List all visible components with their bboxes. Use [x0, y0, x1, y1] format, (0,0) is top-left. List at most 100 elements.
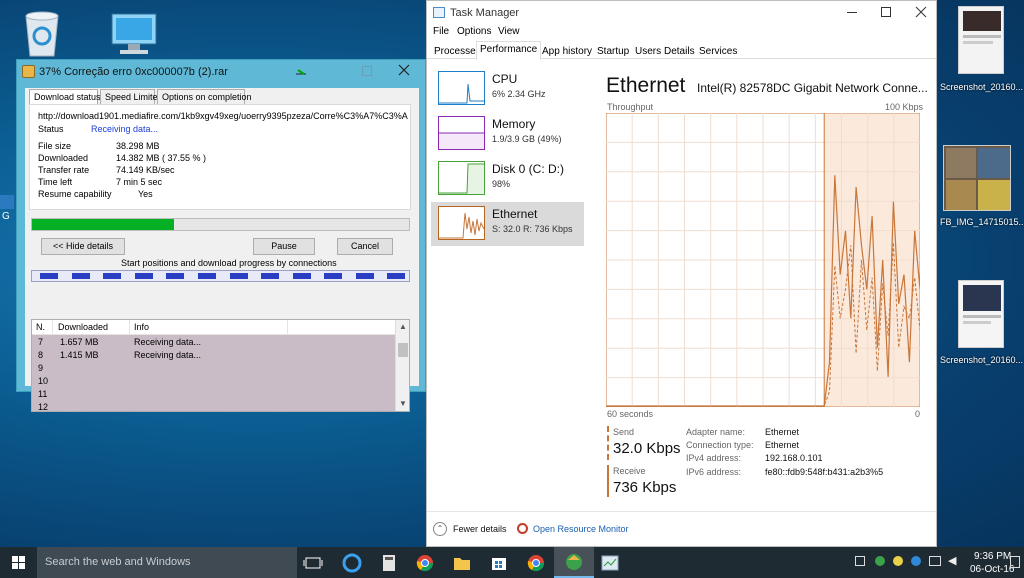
- menu-options[interactable]: Options: [457, 26, 491, 37]
- resume-capability-value: Yes: [138, 189, 153, 199]
- task-manager-window[interactable]: Task Manager File Options View Processes…: [426, 0, 937, 547]
- screenshot-thumbnail-2[interactable]: [958, 280, 1004, 348]
- fewer-details-label: Fewer details: [453, 524, 507, 534]
- thumbnail-label-2: FB_IMG_14715015...: [940, 217, 1024, 227]
- download-window[interactable]: 37% Correção erro 0xc000007b (2).rar Dow…: [16, 59, 426, 412]
- disk-mini-graph: [438, 161, 485, 195]
- resource-monitor-icon: [517, 523, 528, 534]
- list-item[interactable]: 10: [32, 375, 395, 388]
- connection-segment: [387, 273, 406, 279]
- tab-options-on-completion[interactable]: Options on completion: [157, 89, 252, 105]
- file-explorer-icon[interactable]: [450, 552, 474, 574]
- task-manager-titlebar[interactable]: Task Manager: [427, 1, 936, 25]
- search-box[interactable]: Search the web and Windows: [37, 547, 297, 578]
- minimize-icon[interactable]: [295, 66, 307, 78]
- menu-file[interactable]: File: [433, 26, 449, 37]
- recycle-bin-icon[interactable]: [14, 6, 70, 58]
- status-label: Status: [38, 124, 64, 134]
- list-scrollbar[interactable]: ▲ ▼: [395, 320, 409, 411]
- thumbnail-label-1: Screenshot_20160...: [940, 82, 1024, 92]
- tray-icon-2[interactable]: [875, 556, 885, 566]
- edge-icon[interactable]: [340, 552, 364, 574]
- ipv6-value: fe80::fdb9:548f:b431:a2b3%5: [765, 467, 884, 477]
- clock-time[interactable]: 9:36 PM: [974, 551, 1011, 562]
- list-item[interactable]: 11: [32, 388, 395, 401]
- notifications-icon[interactable]: [1010, 556, 1020, 568]
- tab-app-history[interactable]: App history: [538, 43, 596, 59]
- tab-services[interactable]: Services: [695, 43, 741, 59]
- tab-startup[interactable]: Startup: [593, 43, 633, 59]
- throughput-label: Throughput: [607, 102, 654, 112]
- ethernet-label: Ethernet: [492, 207, 538, 221]
- scroll-up-icon[interactable]: ▲: [399, 322, 407, 331]
- menu-view[interactable]: View: [498, 26, 520, 37]
- list-item[interactable]: 7 1.657 MB Receiving data...: [32, 336, 395, 349]
- tab-performance[interactable]: Performance: [476, 41, 542, 60]
- col-number[interactable]: N.: [36, 322, 45, 332]
- connection-segment: [229, 273, 248, 279]
- sidebar-item-memory[interactable]: Memory 1.9/3.9 GB (49%): [431, 112, 584, 156]
- open-resource-monitor-label: Open Resource Monitor: [533, 524, 629, 534]
- screenshot-thumbnail-1[interactable]: [958, 6, 1004, 74]
- ipv6-label: IPv6 address:: [686, 467, 742, 477]
- sidebar-item-cpu[interactable]: CPU 6% 2.34 GHz: [431, 67, 584, 111]
- search-input[interactable]: Search the web and Windows: [45, 556, 191, 568]
- task-manager-title: Task Manager: [450, 7, 520, 19]
- receive-label: Receive: [613, 466, 646, 476]
- col-info[interactable]: Info: [134, 322, 149, 332]
- taskbar: Search the web and Windows ◀ 9:36 PM 06-…: [0, 547, 1024, 578]
- fb-image-thumbnail[interactable]: [943, 145, 1011, 211]
- tray-icon-1[interactable]: [855, 556, 865, 566]
- list-item[interactable]: 8 1.415 MB Receiving data...: [32, 349, 395, 362]
- ipv4-label: IPv4 address:: [686, 453, 742, 463]
- task-manager-taskbar-icon[interactable]: [598, 552, 622, 574]
- tab-details[interactable]: Details: [660, 43, 699, 59]
- adapter-full-name: Intel(R) 82578DC Gigabit Network Conne..…: [697, 81, 928, 95]
- minimize-icon[interactable]: [847, 12, 857, 13]
- task-manager-icon: [433, 7, 445, 18]
- download-window-titlebar[interactable]: 37% Correção erro 0xc000007b (2).rar: [17, 60, 425, 84]
- resume-capability-label: Resume capability: [38, 189, 112, 199]
- receive-indicator: [607, 465, 609, 497]
- time-left-label: Time left: [38, 177, 73, 187]
- list-item[interactable]: 12: [32, 401, 395, 411]
- scroll-down-icon[interactable]: ▼: [399, 399, 407, 408]
- maximize-icon[interactable]: [362, 66, 372, 76]
- thumbnail-label-3: Screenshot_20160...: [940, 355, 1024, 365]
- task-view-icon[interactable]: [301, 552, 325, 574]
- connections-list[interactable]: N. Downloaded Info 7 1.657 MB Receiving …: [31, 319, 410, 412]
- network-icon[interactable]: [929, 556, 941, 566]
- store-icon[interactable]: [487, 552, 511, 574]
- tray-icon-4[interactable]: [911, 556, 921, 566]
- start-button[interactable]: [0, 547, 37, 578]
- connections-caption: Start positions and download progress by…: [121, 258, 337, 268]
- connections-rows: 7 1.657 MB Receiving data... 8 1.415 MB …: [32, 335, 395, 411]
- sidebar-item-ethernet[interactable]: Ethernet S: 32.0 R: 736 Kbps: [431, 202, 584, 246]
- connection-segment: [261, 273, 280, 279]
- pause-button[interactable]: Pause: [253, 238, 315, 255]
- download-window-title: 37% Correção erro 0xc000007b (2).rar: [39, 66, 228, 78]
- tray-icon-3[interactable]: [893, 556, 903, 566]
- connection-type-label: Connection type:: [686, 440, 754, 450]
- desktop-side-icon[interactable]: G: [0, 195, 14, 225]
- sidebar-item-disk[interactable]: Disk 0 (C: D:) 98%: [431, 157, 584, 201]
- chrome-icon-2[interactable]: [524, 552, 548, 574]
- desktop-side-label: G: [2, 211, 10, 222]
- maximize-icon[interactable]: [881, 7, 891, 17]
- max-throughput-label: 100 Kbps: [885, 102, 924, 112]
- hide-details-button[interactable]: << Hide details: [41, 238, 125, 255]
- list-item[interactable]: 9: [32, 362, 395, 375]
- clock-date[interactable]: 06-Oct-16: [970, 564, 1014, 575]
- volume-icon[interactable]: ◀: [948, 554, 956, 567]
- close-icon[interactable]: [915, 6, 927, 18]
- col-downloaded[interactable]: Downloaded: [58, 322, 108, 332]
- tab-speed-limiter[interactable]: Speed Limiter: [100, 89, 161, 105]
- close-icon[interactable]: [397, 63, 411, 77]
- download-status-panel: http://download1901.mediafire.com/1kb9xg…: [29, 104, 411, 210]
- this-pc-icon[interactable]: [108, 12, 160, 58]
- calculator-icon[interactable]: [377, 552, 401, 574]
- idm-taskbar-button[interactable]: [554, 547, 594, 578]
- scrollbar-thumb[interactable]: [398, 343, 408, 357]
- cancel-button[interactable]: Cancel: [337, 238, 393, 255]
- chrome-icon[interactable]: [413, 552, 437, 574]
